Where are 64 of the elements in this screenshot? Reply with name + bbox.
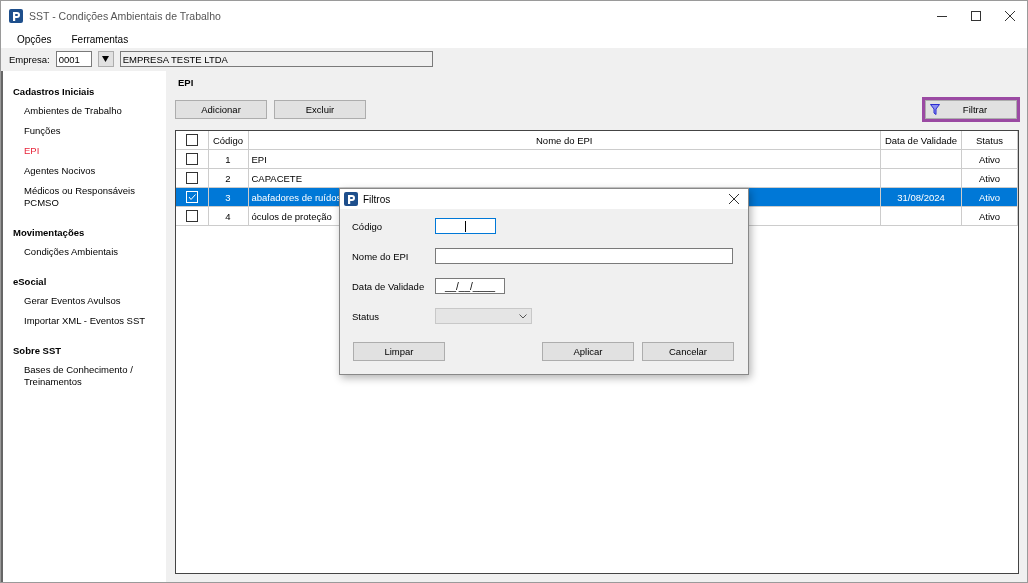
app-logo-icon	[344, 192, 358, 206]
field-label: Data de Validade	[352, 280, 426, 292]
table-cell: 31/08/2024	[897, 191, 945, 203]
menu-item[interactable]: Ferramentas	[63, 34, 137, 45]
company-name-field: EMPRESA TESTE LTDA	[119, 51, 433, 67]
checkbox[interactable]	[185, 172, 198, 184]
close-icon	[1005, 11, 1015, 21]
table-cell: Ativo	[978, 210, 1001, 222]
checkbox[interactable]	[185, 153, 198, 165]
close-icon	[729, 194, 739, 204]
sidebar-item[interactable]: Médicos ou Responsáveis PCMSO	[13, 185, 166, 209]
sidebar-item[interactable]: Bases de Conhecimento / Treinamentos	[13, 364, 166, 388]
field-label: Status	[352, 310, 380, 322]
table-cell: óculos de proteção	[251, 210, 332, 222]
table-cell: 3	[225, 191, 231, 203]
filter-button[interactable]: Filtrar	[925, 99, 1017, 119]
menu-item[interactable]: Opções	[9, 34, 60, 45]
dialog-title: Filtros	[363, 193, 391, 205]
chevron-down-icon	[519, 313, 527, 319]
field-label: Código	[352, 220, 384, 232]
table-cell: Ativo	[978, 191, 1001, 203]
window-title: SST - Condições Ambientais de Trabalho	[29, 10, 221, 22]
column-header: Data de Validade	[880, 131, 962, 150]
check-icon	[186, 192, 197, 202]
column-header: Status	[961, 131, 1018, 150]
dialog-button[interactable]: Aplicar	[542, 342, 634, 361]
sidebar-heading: eSocial	[13, 276, 48, 287]
sidebar-item[interactable]: EPI	[13, 145, 166, 157]
column-header: Nome do EPI	[248, 131, 881, 150]
dialog-button[interactable]: Limpar	[353, 342, 445, 361]
sidebar-item[interactable]: Condições Ambientais	[13, 246, 166, 258]
sidebar-heading: Sobre SST	[13, 345, 63, 356]
sidebar-heading: Cadastros Iniciais	[13, 86, 96, 97]
input-field[interactable]	[435, 248, 733, 264]
table-cell: EPI	[251, 153, 267, 165]
maximize-icon	[971, 11, 981, 21]
date-field[interactable]: __/__/____	[435, 278, 505, 294]
column-header: Código	[208, 131, 248, 150]
company-label: Empresa:	[9, 53, 50, 65]
sidebar-item[interactable]: Funções	[13, 125, 166, 137]
checkbox[interactable]	[185, 210, 198, 222]
sidebar-heading: Movimentações	[13, 227, 86, 238]
table-cell: Ativo	[978, 172, 1001, 184]
dropdown-button[interactable]	[97, 51, 114, 67]
sidebar-item[interactable]: Agentes Nocivos	[13, 165, 166, 177]
app-logo-icon	[9, 9, 23, 23]
sidebar-item[interactable]: Ambientes de Trabalho	[13, 105, 166, 117]
table-cell: CAPACETE	[251, 172, 302, 184]
dialog-button[interactable]: Cancelar	[642, 342, 734, 361]
sidebar-item[interactable]: Gerar Eventos Avulsos	[13, 295, 166, 307]
table-cell: Ativo	[978, 153, 1001, 165]
funnel-icon	[930, 103, 940, 115]
triangle-down-icon	[102, 56, 110, 62]
sidebar-item[interactable]: Importar XML - Eventos SST	[13, 315, 166, 327]
action-button[interactable]: Adicionar	[175, 99, 267, 119]
input-field[interactable]	[435, 218, 496, 234]
field-label: Nome do EPI	[352, 250, 410, 262]
table-cell: 1	[225, 153, 231, 165]
page-title: EPI	[177, 77, 195, 90]
table-cell: 4	[225, 210, 231, 222]
action-button[interactable]: Excluir	[274, 99, 366, 119]
company-code-field[interactable]: 0001	[55, 51, 92, 67]
table-cell: 2	[225, 172, 231, 184]
checkbox[interactable]	[185, 134, 198, 146]
